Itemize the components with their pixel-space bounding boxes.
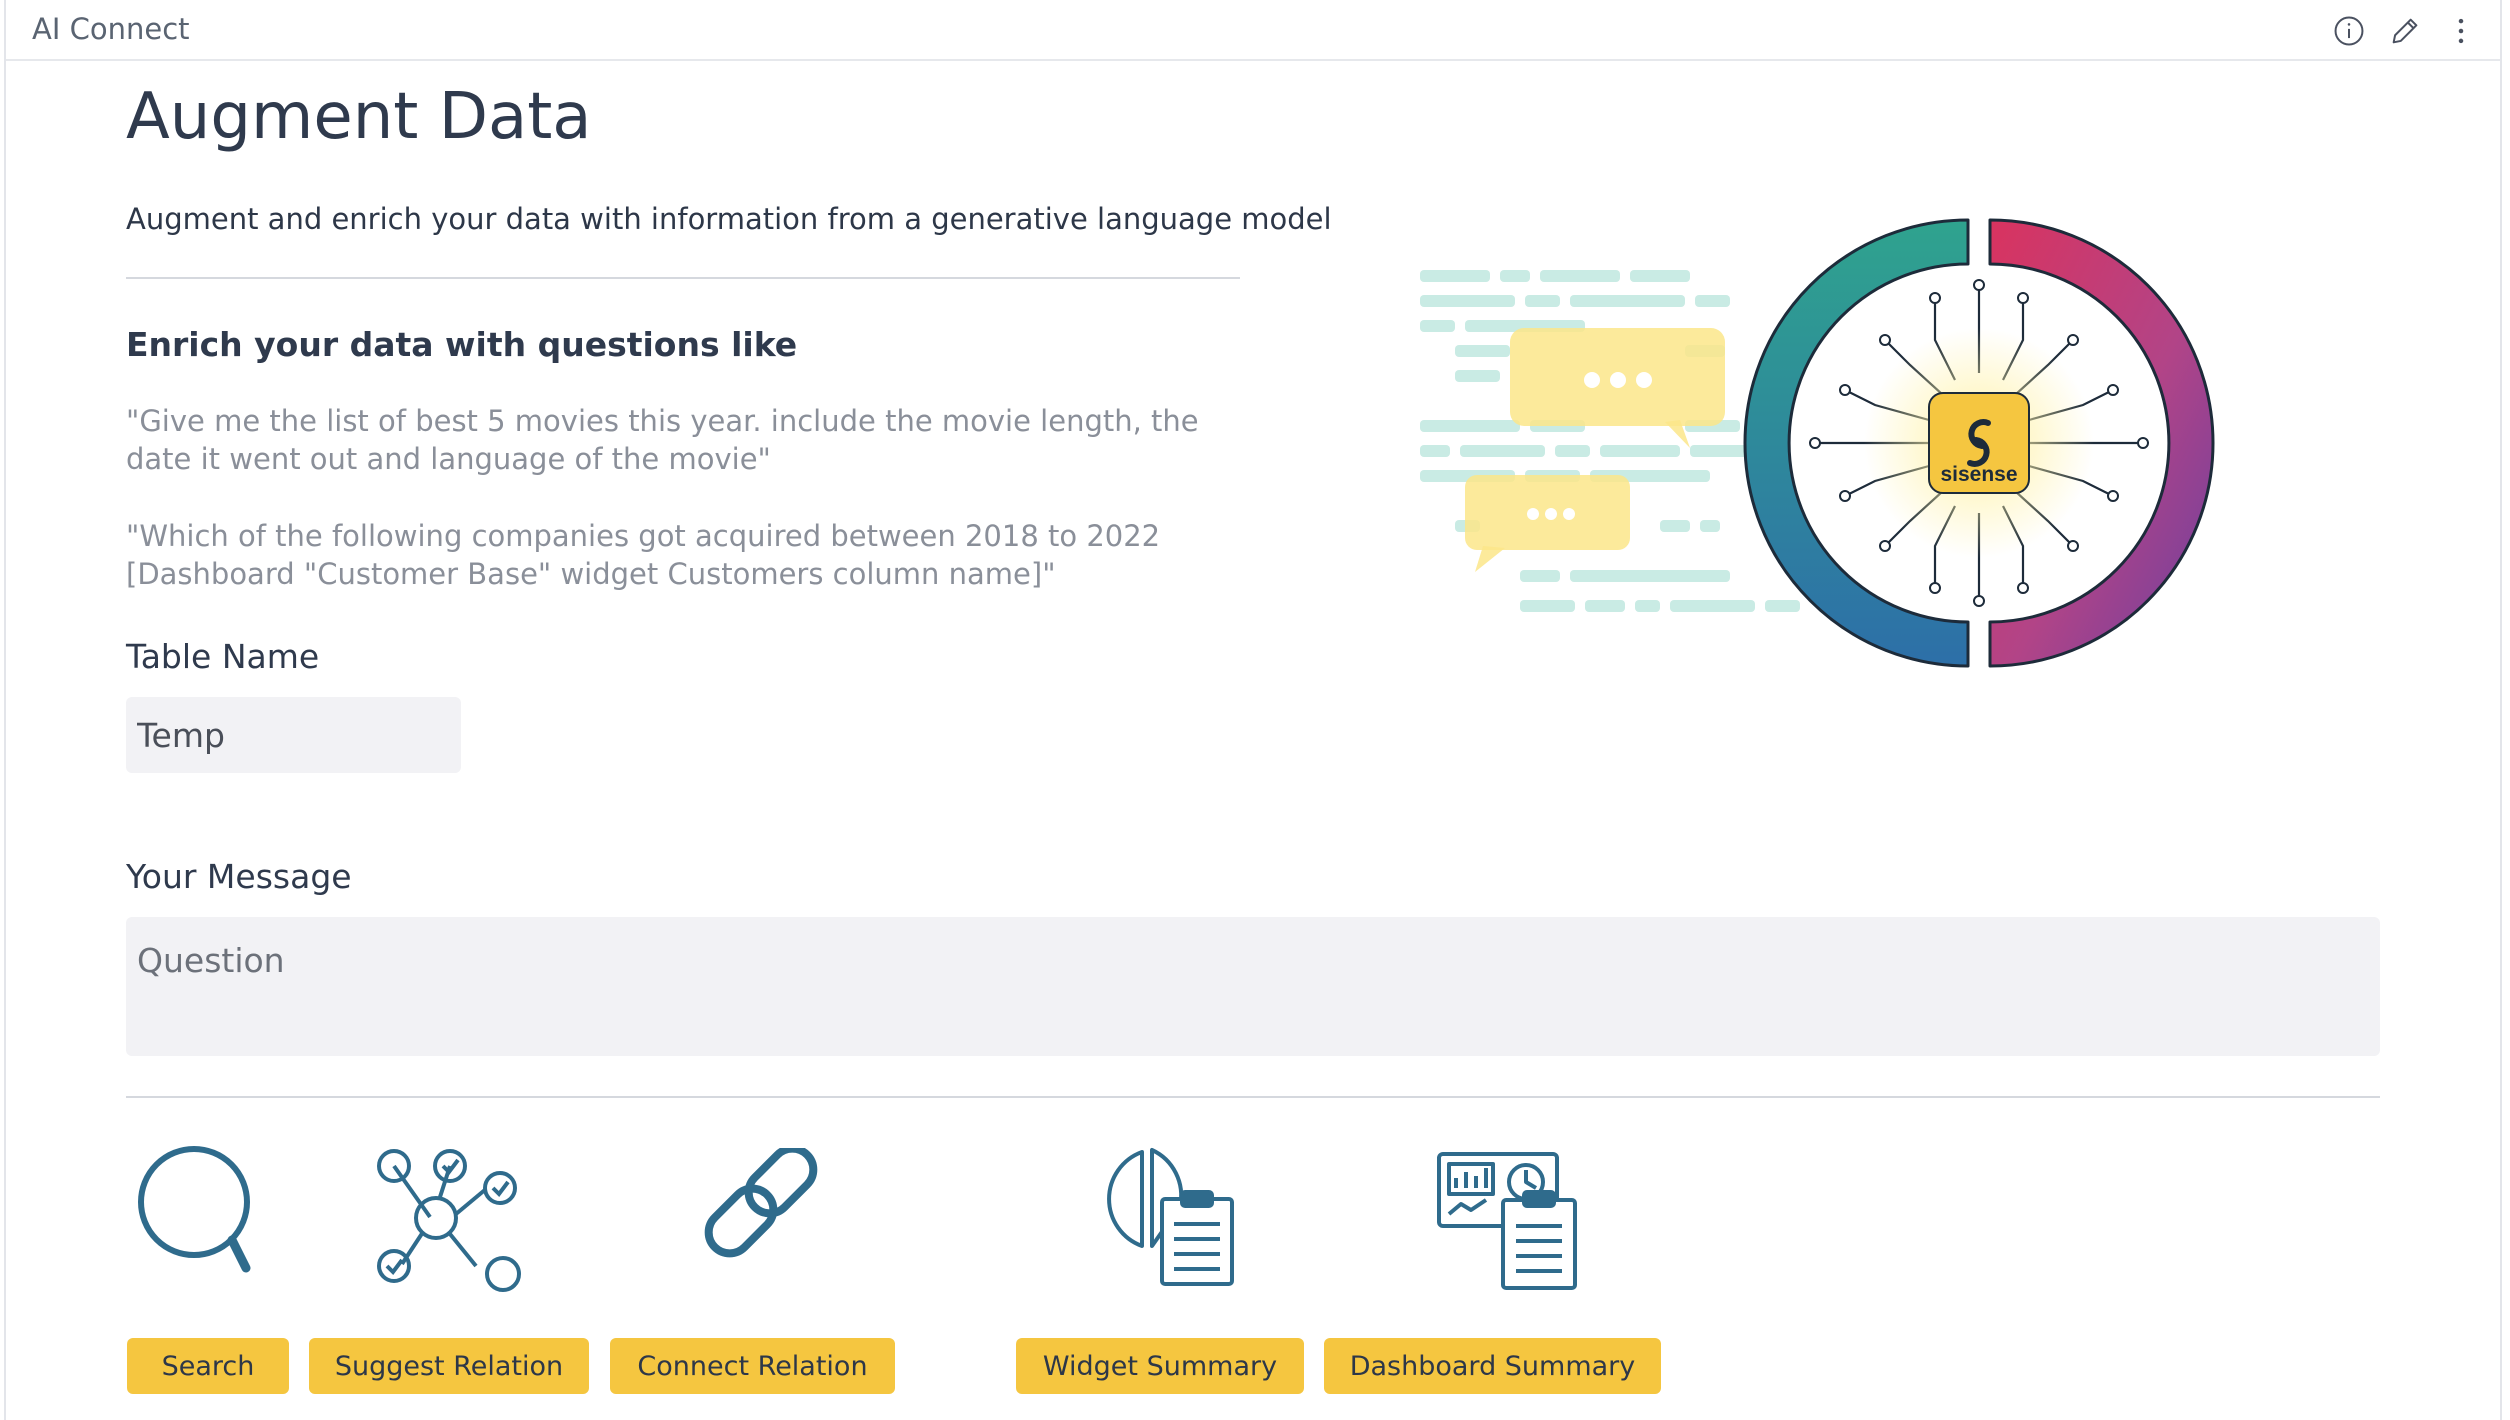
widget-summary-button[interactable]: Widget Summary	[1016, 1338, 1304, 1394]
example-question: "Give me the list of best 5 movies this …	[126, 404, 1199, 476]
table-name-input[interactable]	[126, 697, 461, 773]
info-icon[interactable]	[2332, 14, 2366, 48]
search-icon[interactable]	[126, 1140, 266, 1280]
suggest-relation-button[interactable]: Suggest Relation	[309, 1338, 589, 1394]
dashboard-clipboard-icon[interactable]	[1436, 1148, 1586, 1294]
network-nodes-icon[interactable]	[368, 1140, 528, 1300]
message-input[interactable]	[126, 917, 2380, 1056]
edit-pencil-icon[interactable]	[2388, 14, 2422, 48]
sisense-logo-text: sisense	[1940, 463, 2017, 486]
widget-header: AI Connect	[6, 0, 2500, 61]
dashboard-summary-button[interactable]: Dashboard Summary	[1324, 1338, 1661, 1394]
chain-link-icon[interactable]	[696, 1148, 826, 1278]
page-title: Augment Data	[126, 80, 592, 154]
search-button[interactable]: Search	[127, 1338, 289, 1394]
table-name-label: Table Name	[126, 637, 320, 676]
header-divider	[126, 277, 1240, 279]
actions-divider	[126, 1096, 2380, 1098]
message-label: Your Message	[126, 857, 352, 896]
header-toolbar	[2332, 14, 2478, 48]
page-subtitle: Augment and enrich your data with inform…	[126, 202, 1332, 236]
pie-chart-clipboard-icon[interactable]	[1092, 1144, 1252, 1294]
example-question: "Which of the following companies got ac…	[126, 519, 1161, 591]
examples-heading: Enrich your data with questions like	[126, 325, 798, 364]
more-options-icon[interactable]	[2444, 14, 2478, 48]
connect-relation-button[interactable]: Connect Relation	[610, 1338, 895, 1394]
widget-title: AI Connect	[32, 12, 190, 46]
ai-hero-illustration: sisense	[1420, 218, 2215, 668]
